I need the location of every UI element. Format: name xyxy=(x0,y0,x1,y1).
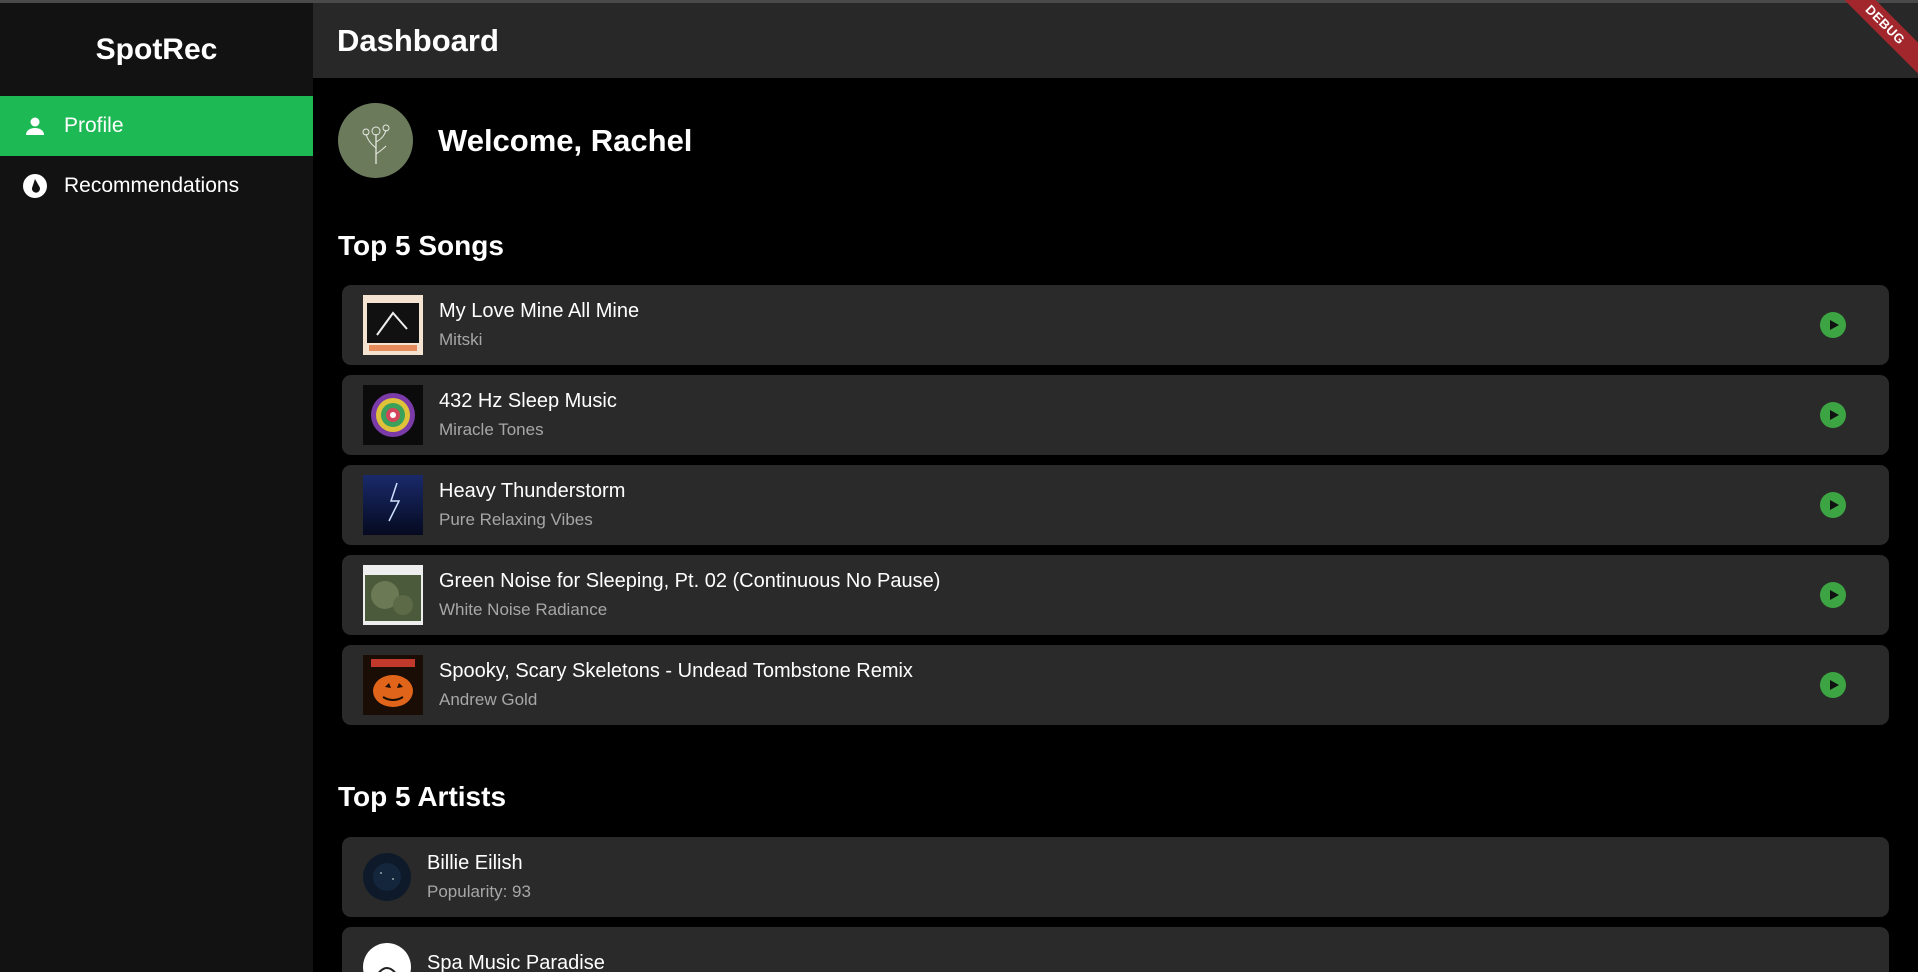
sidebar-item-profile[interactable]: Profile xyxy=(0,96,313,156)
flower-icon xyxy=(362,124,389,164)
album-art xyxy=(363,295,423,355)
welcome-section: Welcome, Rachel xyxy=(338,103,692,178)
recommendations-icon xyxy=(22,173,48,199)
song-card[interactable]: Heavy Thunderstorm Pure Relaxing Vibes xyxy=(342,465,1889,545)
play-icon xyxy=(1830,410,1839,420)
song-title: Heavy Thunderstorm xyxy=(439,480,626,502)
sidebar-item-label: Recommendations xyxy=(64,174,240,197)
song-title: My Love Mine All Mine xyxy=(439,300,640,322)
page-title: Dashboard xyxy=(337,22,499,58)
play-icon xyxy=(1830,680,1839,690)
play-icon xyxy=(1830,590,1839,600)
song-artist: White Noise Radiance xyxy=(439,600,608,619)
song-title: Green Noise for Sleeping, Pt. 02 (Contin… xyxy=(439,570,941,592)
album-art xyxy=(363,655,423,715)
sidebar: SpotRec Profile Recommendations xyxy=(0,0,313,972)
song-artist: Miracle Tones xyxy=(439,420,544,439)
artist-card[interactable]: Billie Eilish Popularity: 93 xyxy=(342,837,1889,917)
app-brand: SpotRec xyxy=(95,33,218,66)
artist-popularity: Popularity: 93 xyxy=(427,882,531,901)
artist-name: Billie Eilish xyxy=(427,852,523,874)
songs-list: My Love Mine All Mine Mitski 432 Hz Slee… xyxy=(342,285,1889,735)
album-art xyxy=(363,385,423,445)
play-button[interactable] xyxy=(1820,672,1846,698)
play-button[interactable] xyxy=(1820,402,1846,428)
window-top-border xyxy=(0,0,1918,3)
song-card[interactable]: 432 Hz Sleep Music Miracle Tones xyxy=(342,375,1889,455)
person-icon xyxy=(22,113,48,139)
play-icon xyxy=(1830,320,1839,330)
artist-avatar xyxy=(363,943,411,972)
song-artist: Andrew Gold xyxy=(439,690,538,709)
song-title: Spooky, Scary Skeletons - Undead Tombsto… xyxy=(439,660,913,682)
welcome-text: Welcome, Rachel xyxy=(438,122,693,158)
sidebar-item-recommendations[interactable]: Recommendations xyxy=(0,156,313,216)
song-card[interactable]: Spooky, Scary Skeletons - Undead Tombsto… xyxy=(342,645,1889,725)
top-songs-title: Top 5 Songs xyxy=(338,230,504,261)
avatar xyxy=(338,103,413,178)
album-art xyxy=(363,565,423,625)
artists-list: Billie Eilish Popularity: 93 Spa Music P… xyxy=(342,837,1889,972)
play-button[interactable] xyxy=(1820,312,1846,338)
play-button[interactable] xyxy=(1820,582,1846,608)
artist-avatar xyxy=(363,853,411,901)
artist-card[interactable]: Spa Music Paradise xyxy=(342,927,1889,972)
main-content: Welcome, Rachel Top 5 Songs My Love Mine… xyxy=(313,78,1918,972)
play-button[interactable] xyxy=(1820,492,1846,518)
song-card[interactable]: My Love Mine All Mine Mitski xyxy=(342,285,1889,365)
play-icon xyxy=(1830,500,1839,510)
top-artists-title: Top 5 Artists xyxy=(338,781,507,812)
sidebar-item-label: Profile xyxy=(64,114,124,137)
album-art xyxy=(363,475,423,535)
song-artist: Pure Relaxing Vibes xyxy=(439,510,593,529)
artist-name: Spa Music Paradise xyxy=(427,952,605,972)
song-card[interactable]: Green Noise for Sleeping, Pt. 02 (Contin… xyxy=(342,555,1889,635)
app-header: Dashboard xyxy=(313,3,1918,78)
song-artist: Mitski xyxy=(439,330,483,349)
song-title: 432 Hz Sleep Music xyxy=(439,390,617,412)
